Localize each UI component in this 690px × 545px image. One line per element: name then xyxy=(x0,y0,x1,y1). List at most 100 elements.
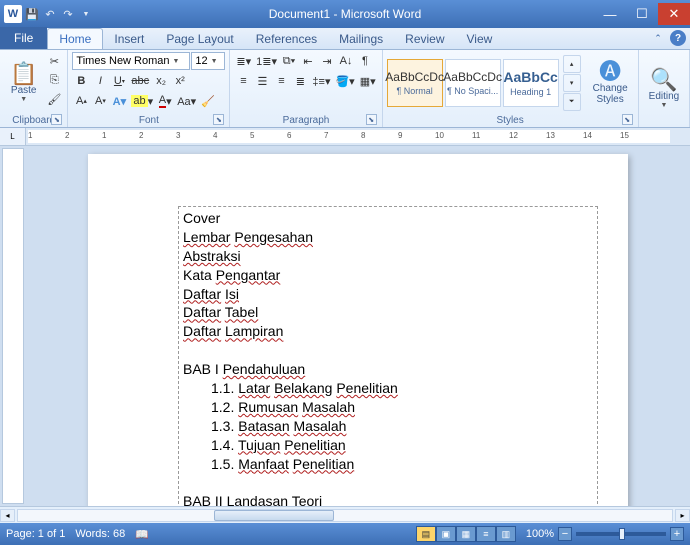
cut-button[interactable]: ✂ xyxy=(45,52,63,70)
strikethrough-button[interactable]: abc xyxy=(129,72,151,90)
tab-page-layout[interactable]: Page Layout xyxy=(155,28,244,49)
doc-line[interactable]: 1.4. Tujuan Penelitian xyxy=(183,436,593,455)
paste-button[interactable]: 📋 Paste ▼ xyxy=(4,52,43,114)
doc-line[interactable]: Daftar Isi xyxy=(183,285,593,304)
tab-review[interactable]: Review xyxy=(394,28,455,49)
doc-line[interactable]: Daftar Lampiran xyxy=(183,322,593,341)
scroll-thumb[interactable] xyxy=(214,510,334,521)
minimize-button[interactable]: — xyxy=(594,3,626,25)
tab-view[interactable]: View xyxy=(456,28,504,49)
paragraph-launcher[interactable]: ⬊ xyxy=(366,114,377,125)
clear-formatting-button[interactable]: 🧹 xyxy=(199,92,217,110)
zoom-level[interactable]: 100% xyxy=(526,528,554,540)
tab-mailings[interactable]: Mailings xyxy=(328,28,394,49)
subscript-button[interactable]: x₂ xyxy=(152,72,170,90)
view-web-layout[interactable]: ▦ xyxy=(456,526,476,542)
font-color-button[interactable]: A▾ xyxy=(156,92,174,110)
doc-line[interactable]: 1.2. Rumusan Masalah xyxy=(183,398,593,417)
scroll-left-button[interactable]: ◂ xyxy=(0,509,15,522)
horizontal-ruler[interactable]: 12123456789101112131415 xyxy=(28,130,670,143)
clipboard-launcher[interactable]: ⬊ xyxy=(51,114,62,125)
doc-line[interactable]: Abstraksi xyxy=(183,247,593,266)
show-marks-button[interactable]: ¶ xyxy=(356,52,374,70)
tab-selector[interactable]: L xyxy=(0,128,26,145)
doc-line[interactable]: 1.1. Latar Belakang Penelitian xyxy=(183,379,593,398)
view-draft[interactable]: ▥ xyxy=(496,526,516,542)
styles-row-up[interactable]: ▴ xyxy=(563,55,581,73)
change-styles-button[interactable]: 🅐 Change Styles xyxy=(587,59,634,107)
document-area[interactable]: CoverLembar PengesahanAbstraksiKata Peng… xyxy=(26,146,690,506)
align-center-button[interactable]: ☰ xyxy=(253,72,271,90)
qat-save-icon[interactable]: 💾 xyxy=(24,6,40,22)
bullets-button[interactable]: ≣▾ xyxy=(234,52,253,70)
align-left-button[interactable]: ≡ xyxy=(234,72,252,90)
bold-button[interactable]: B xyxy=(72,72,90,90)
scroll-track[interactable] xyxy=(17,509,673,522)
font-name-combo[interactable]: Times New Roman▼ xyxy=(72,52,190,70)
increase-indent-button[interactable]: ⇥ xyxy=(318,52,336,70)
qat-undo-icon[interactable]: ↶ xyxy=(42,6,58,22)
doc-line[interactable]: Kata Pengantar xyxy=(183,266,593,285)
multilevel-button[interactable]: ⧉▾ xyxy=(280,52,298,70)
styles-row-down[interactable]: ▾ xyxy=(563,74,581,92)
view-full-screen[interactable]: ▣ xyxy=(436,526,456,542)
shading-button[interactable]: 🪣▾ xyxy=(333,72,356,90)
font-size-combo[interactable]: 12▼ xyxy=(191,52,225,70)
doc-line[interactable]: BAB II Landasan Teori xyxy=(183,492,593,506)
line-spacing-button[interactable]: ‡≡▾ xyxy=(310,72,332,90)
maximize-button[interactable]: ☐ xyxy=(626,3,658,25)
minimize-ribbon-icon[interactable]: ⌃ xyxy=(650,30,666,46)
style-no-spacing[interactable]: AaBbCcDc¶ No Spaci... xyxy=(445,59,501,107)
change-case-button[interactable]: Aa▾ xyxy=(175,92,198,110)
align-right-button[interactable]: ≡ xyxy=(272,72,290,90)
doc-line[interactable]: Lembar Pengesahan xyxy=(183,228,593,247)
shrink-font-button[interactable]: A▾ xyxy=(91,92,109,110)
view-print-layout[interactable]: ▤ xyxy=(416,526,436,542)
doc-line[interactable]: Daftar Tabel xyxy=(183,303,593,322)
vertical-ruler[interactable] xyxy=(2,148,24,504)
close-button[interactable]: ✕ xyxy=(658,3,690,25)
tab-home[interactable]: Home xyxy=(47,28,103,49)
qat-redo-icon[interactable]: ↷ xyxy=(60,6,76,22)
format-painter-button[interactable]: 🖌 xyxy=(45,90,63,108)
brush-icon: 🖌 xyxy=(47,93,61,106)
word-count[interactable]: Words: 68 xyxy=(75,528,125,540)
text-frame[interactable]: CoverLembar PengesahanAbstraksiKata Peng… xyxy=(178,206,598,506)
zoom-thumb[interactable] xyxy=(619,528,625,540)
superscript-button[interactable]: x² xyxy=(171,72,189,90)
scroll-right-button[interactable]: ▸ xyxy=(675,509,690,522)
editing-button[interactable]: 🔍 Editing ▼ xyxy=(643,52,686,125)
page-indicator[interactable]: Page: 1 of 1 xyxy=(6,528,65,540)
qat-customize-icon[interactable]: ▼ xyxy=(78,6,94,22)
doc-line[interactable]: BAB I Pendahuluan xyxy=(183,360,593,379)
tab-insert[interactable]: Insert xyxy=(103,28,155,49)
sort-button[interactable]: A↓ xyxy=(337,52,355,70)
doc-line[interactable]: 1.5. Manfaat Penelitian xyxy=(183,455,593,474)
numbering-button[interactable]: 1≣▾ xyxy=(254,52,279,70)
ruler-number: 8 xyxy=(361,131,365,140)
font-launcher[interactable]: ⬊ xyxy=(213,114,224,125)
underline-button[interactable]: U ▾ xyxy=(110,72,128,90)
zoom-out-button[interactable]: − xyxy=(558,527,572,541)
styles-launcher[interactable]: ⬊ xyxy=(622,114,633,125)
text-effects-button[interactable]: A▾ xyxy=(110,92,128,110)
doc-line[interactable]: 1.3. Batasan Masalah xyxy=(183,417,593,436)
italic-button[interactable]: I xyxy=(91,72,109,90)
zoom-slider[interactable] xyxy=(576,532,666,536)
borders-button[interactable]: ▦▾ xyxy=(358,72,378,90)
style-normal[interactable]: AaBbCcDc¶ Normal xyxy=(387,59,443,107)
help-icon[interactable]: ? xyxy=(670,30,686,46)
decrease-indent-button[interactable]: ⇤ xyxy=(299,52,317,70)
highlight-button[interactable]: ab▾ xyxy=(129,92,155,110)
grow-font-button[interactable]: A▴ xyxy=(72,92,90,110)
view-outline[interactable]: ≡ xyxy=(476,526,496,542)
style-heading1[interactable]: AaBbCcHeading 1 xyxy=(503,59,559,107)
proofing-icon[interactable]: 📖 xyxy=(135,528,149,541)
styles-more[interactable]: ⏷ xyxy=(563,93,581,111)
copy-button[interactable]: ⎘ xyxy=(45,71,63,89)
justify-button[interactable]: ≣ xyxy=(291,72,309,90)
zoom-in-button[interactable]: + xyxy=(670,527,684,541)
tab-references[interactable]: References xyxy=(245,28,328,49)
doc-line[interactable]: Cover xyxy=(183,209,593,228)
file-tab[interactable]: File xyxy=(0,27,47,49)
